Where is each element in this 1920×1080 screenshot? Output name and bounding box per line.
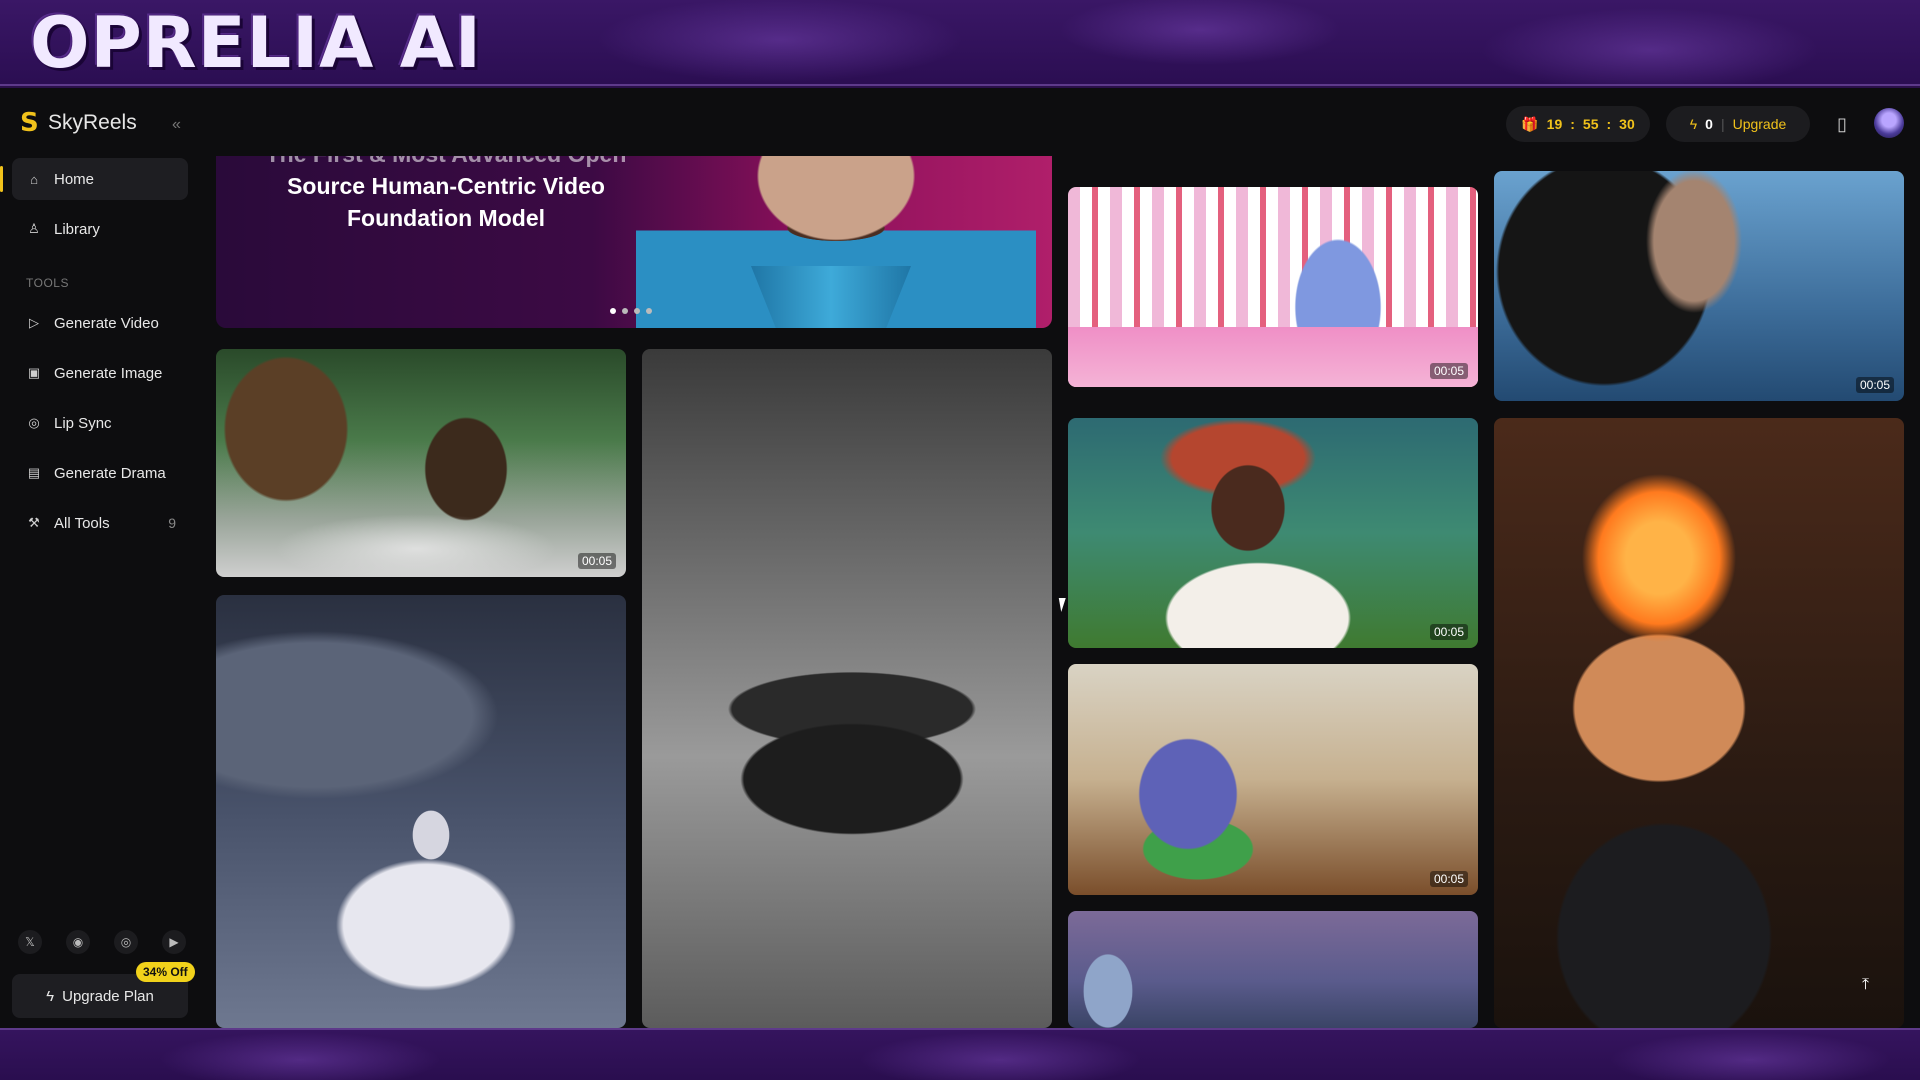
avatar[interactable] — [1874, 108, 1904, 138]
youtube-icon[interactable]: ▶ — [162, 930, 186, 954]
candy-ground — [1068, 327, 1478, 387]
treehouse-video[interactable]: 00:05 — [216, 349, 626, 577]
logo[interactable]: S SkyReels — [20, 110, 137, 136]
classroom-blob-video[interactable]: 00:05 — [1068, 664, 1478, 895]
book-icon[interactable]: ▯ — [1828, 110, 1856, 138]
timer-hours: 19 — [1546, 116, 1563, 132]
sidebar-item-lip-sync[interactable]: ◎ Lip Sync — [12, 402, 188, 444]
divider: | — [1720, 116, 1725, 132]
gift-icon: 🎁 — [1521, 115, 1539, 132]
sidebar-item-label: All Tools — [54, 514, 110, 532]
credits-pill: ϟ 0 | Upgrade — [1666, 106, 1810, 142]
carousel-dots — [610, 308, 652, 314]
video-duration: 00:05 — [577, 553, 616, 569]
video-duration: 00:05 — [1429, 363, 1468, 379]
countdown-timer[interactable]: 🎁 19 : 55 : 30 — [1506, 106, 1650, 142]
app-window: S SkyReels « ⌂ Home ♙ Library TOOLS ▷ Ge… — [0, 88, 1920, 1028]
sidebar: S SkyReels « ⌂ Home ♙ Library TOOLS ▷ Ge… — [0, 88, 200, 1028]
purple-overlay-top: OPRELIA AI — [0, 0, 1920, 86]
mouse-cursor — [1058, 598, 1069, 612]
user-icon: ♙ — [28, 221, 40, 236]
carousel-dot[interactable] — [634, 308, 640, 314]
overlay-title: OPRELIA AI — [30, 2, 482, 84]
upgrade-link[interactable]: Upgrade — [1733, 116, 1787, 132]
all-tools-count: 9 — [168, 515, 176, 531]
hero-headline: The First & Most Advanced Open Source Hu… — [236, 156, 656, 234]
upgrade-plan-label: Upgrade Plan — [62, 987, 154, 1005]
wrench-icon: ⚒ — [28, 515, 40, 530]
sidebar-item-generate-drama[interactable]: ▤ Generate Drama — [12, 452, 188, 494]
sidebar-item-label: Home — [54, 170, 95, 188]
scroll-to-top-icon[interactable]: ⤒ — [1862, 976, 1869, 994]
home-icon: ⌂ — [30, 171, 38, 187]
hero-line-1: Source Human-Centric Video — [287, 173, 605, 199]
credits-count: 0 — [1705, 116, 1713, 132]
sea-face-video[interactable]: 00:05 — [1494, 171, 1904, 401]
carousel-dot[interactable] — [622, 308, 628, 314]
hero-line-2: Foundation Model — [346, 205, 545, 231]
carousel-dot[interactable] — [610, 308, 616, 314]
sidebar-item-label: Generate Video — [54, 314, 159, 332]
sidebar-item-label: Generate Drama — [54, 464, 166, 482]
carousel-dot[interactable] — [646, 308, 652, 314]
skyreels-logo-icon: S — [20, 108, 39, 138]
futuristic-city-video[interactable] — [1068, 911, 1478, 1028]
sidebar-item-generate-image[interactable]: ▣ Generate Image — [12, 352, 188, 394]
angel-video[interactable] — [216, 595, 626, 1028]
candy-monster-video[interactable]: 00:05 — [1068, 187, 1478, 387]
film-icon: ▤ — [27, 465, 41, 480]
sidebar-item-label: Lip Sync — [54, 414, 112, 432]
hero-line-cut: The First & Most Advanced Open — [236, 156, 656, 170]
hero-shirt — [751, 266, 911, 328]
timer-seconds: 30 — [1619, 116, 1635, 132]
vintage-car-video[interactable] — [642, 349, 1052, 1028]
video-duration: 00:05 — [1429, 624, 1468, 640]
image-icon: ▣ — [27, 365, 41, 380]
video-duration: 00:05 — [1429, 871, 1468, 887]
sidebar-item-generate-video[interactable]: ▷ Generate Video — [12, 302, 188, 344]
discord-icon[interactable]: ◉ — [66, 930, 90, 954]
social-links: 𝕏 ◉ ◎ ▶ — [18, 930, 186, 954]
sidebar-item-home[interactable]: ⌂ Home — [0, 158, 188, 200]
fire-cat-video[interactable] — [1494, 418, 1904, 1028]
instagram-icon[interactable]: ◎ — [114, 930, 138, 954]
timer-minutes: 55 — [1582, 116, 1599, 132]
video-duration: 00:05 — [1855, 377, 1894, 393]
sidebar-item-label: Generate Image — [54, 364, 163, 382]
timer-separator: : — [1606, 116, 1612, 132]
lip-icon: ◎ — [28, 415, 40, 430]
x-icon[interactable]: 𝕏 — [18, 930, 42, 954]
sidebar-item-all-tools[interactable]: ⚒ All Tools 9 — [12, 502, 188, 544]
sidebar-item-label: Library — [54, 220, 100, 238]
tools-section-label: TOOLS — [26, 276, 69, 290]
play-circle-icon: ▷ — [29, 315, 39, 330]
collapse-sidebar-icon[interactable]: « — [172, 116, 181, 134]
discount-badge: 34% Off — [136, 962, 195, 982]
purple-overlay-bottom — [0, 1028, 1920, 1080]
sidebar-item-library[interactable]: ♙ Library — [12, 208, 188, 250]
app-name: SkyReels — [48, 111, 137, 134]
timer-separator: : — [1570, 116, 1575, 132]
underwater-woman-video[interactable]: 00:05 — [1068, 418, 1478, 648]
hero-banner[interactable]: The First & Most Advanced Open Source Hu… — [216, 156, 1052, 328]
lightning-icon: ϟ — [1689, 116, 1698, 132]
lightning-icon: ϟ — [46, 987, 55, 1005]
